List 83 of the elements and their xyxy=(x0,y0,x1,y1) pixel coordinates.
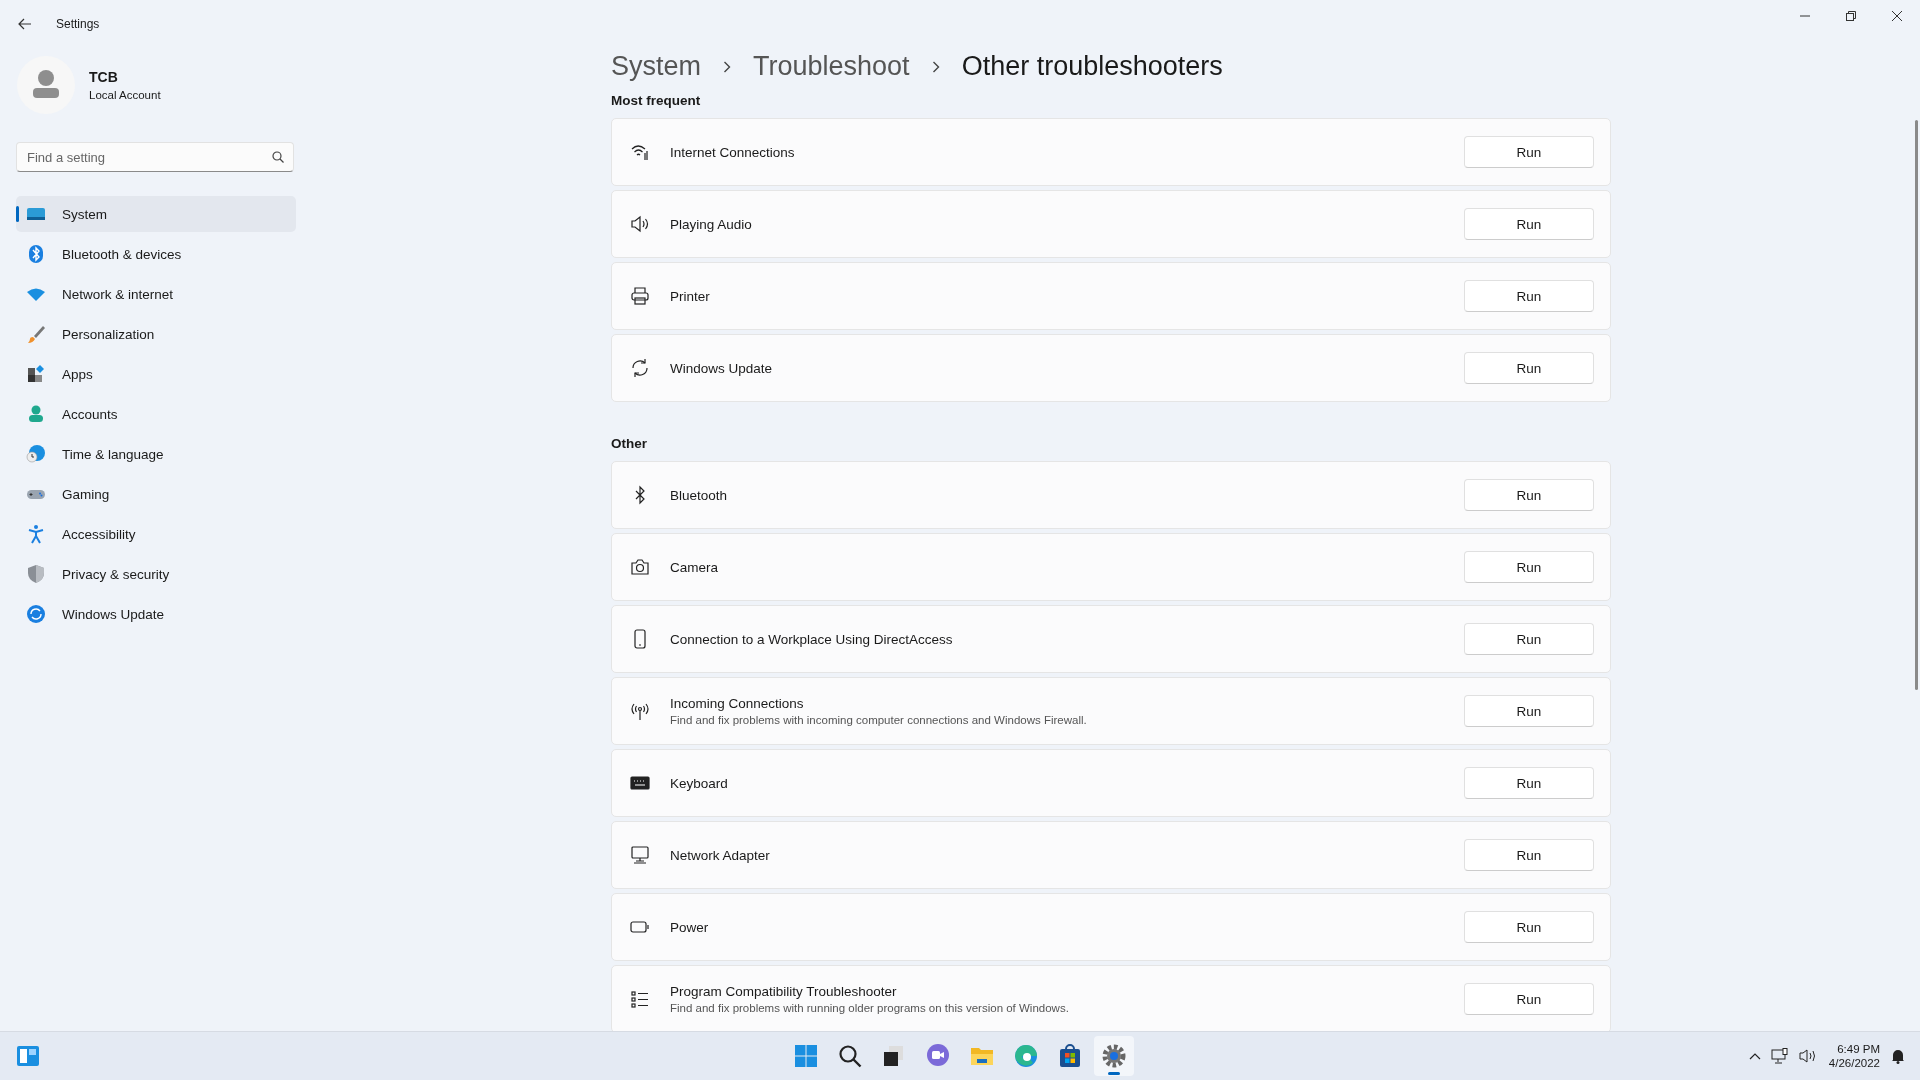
scrollbar[interactable] xyxy=(1915,120,1918,690)
run-button[interactable]: Run xyxy=(1464,623,1594,655)
keyboard-icon xyxy=(630,773,650,793)
notification-bell-icon[interactable] xyxy=(1890,1048,1906,1064)
troubleshooter-title: Incoming Connections xyxy=(670,696,805,711)
account-type: Local Account xyxy=(89,89,161,101)
globe-icon xyxy=(26,444,46,464)
troubleshooter-description: Find and fix problems with incoming computer connections and Windows Firewall. xyxy=(670,714,1088,726)
chevron-right-icon xyxy=(723,60,732,73)
sidebar-item[interactable]: System xyxy=(16,196,296,232)
chat-icon xyxy=(925,1043,951,1069)
avatar-icon[interactable] xyxy=(17,56,75,114)
sidebar-item[interactable]: Time & language xyxy=(16,436,296,472)
sidebar-item[interactable]: Gaming xyxy=(16,476,296,512)
search-field[interactable]: Find a setting xyxy=(16,142,294,172)
gear-icon xyxy=(1101,1043,1127,1069)
wifi-signal-icon xyxy=(630,142,650,162)
run-button[interactable]: Run xyxy=(1464,911,1594,943)
troubleshooter-title: Printer xyxy=(670,288,711,304)
run-button[interactable]: Run xyxy=(1464,280,1594,312)
gear-taskbar-button[interactable] xyxy=(1094,1036,1134,1076)
search-icon[interactable] xyxy=(272,151,284,163)
widgets-icon[interactable] xyxy=(16,1044,40,1068)
breadcrumb-link[interactable]: Troubleshoot xyxy=(753,51,910,82)
apps-icon xyxy=(26,364,46,384)
user-name: TCB xyxy=(89,69,119,85)
sidebar-item[interactable]: Windows Update xyxy=(16,596,296,632)
clock[interactable]: 6:49 PM 4/26/2022 xyxy=(1828,1043,1880,1069)
speaker-icon xyxy=(630,214,650,234)
troubleshooter-title: Keyboard xyxy=(670,775,729,791)
browser-icon xyxy=(1013,1043,1039,1069)
chevron-up-icon[interactable] xyxy=(1748,1052,1761,1060)
sidebar-item[interactable]: Network & internet xyxy=(16,276,296,312)
sidebar-item[interactable]: Personalization xyxy=(16,316,296,352)
sidebar-item[interactable]: Privacy & security xyxy=(16,556,296,592)
restore-icon[interactable] xyxy=(1846,11,1856,21)
breadcrumb-link[interactable]: System xyxy=(611,51,702,82)
windows-logo-icon xyxy=(793,1043,819,1069)
update-icon xyxy=(26,604,46,624)
troubleshooter-title: Windows Update xyxy=(670,360,774,376)
list-icon xyxy=(630,989,650,1009)
run-button[interactable]: Run xyxy=(1464,839,1594,871)
person-icon xyxy=(26,404,46,424)
window-title: Settings xyxy=(56,17,100,31)
access-icon xyxy=(26,524,46,544)
page-title: Other troubleshooters xyxy=(961,51,1223,82)
bluetooth-icon xyxy=(26,244,46,264)
troubleshooter-title: Bluetooth xyxy=(670,487,729,503)
sidebar-item[interactable]: Accessibility xyxy=(16,516,296,552)
search-icon xyxy=(837,1043,863,1069)
close-icon[interactable] xyxy=(1892,11,1902,21)
troubleshooter-description: Find and fix problems with running older programs on this version of Windows. xyxy=(670,1002,1070,1014)
run-button[interactable]: Run xyxy=(1464,208,1594,240)
troubleshooter-title: Playing Audio xyxy=(670,216,753,232)
network-icon[interactable] xyxy=(1770,1048,1789,1064)
section-heading: Most frequent xyxy=(611,93,702,108)
troubleshooter-title: Connection to a Workplace Using DirectAccess xyxy=(670,631,954,647)
printer-icon xyxy=(630,286,650,306)
store-icon xyxy=(1057,1043,1083,1069)
run-button[interactable]: Run xyxy=(1464,479,1594,511)
run-button[interactable]: Run xyxy=(1464,352,1594,384)
troubleshooter-title: Program Compatibility Troubleshooter xyxy=(670,984,898,999)
troubleshooter-title: Camera xyxy=(670,559,719,575)
section-heading: Other xyxy=(611,436,648,451)
run-button[interactable]: Run xyxy=(1464,767,1594,799)
monitor-network-icon xyxy=(630,845,650,865)
troubleshooter-title: Internet Connections xyxy=(670,144,796,160)
antenna-icon xyxy=(630,701,650,721)
chevron-right-icon xyxy=(931,60,940,73)
troubleshooter-title: Power xyxy=(670,919,710,935)
sidebar-item[interactable]: Apps xyxy=(16,356,296,392)
camera-icon xyxy=(630,557,650,577)
sync-icon xyxy=(630,358,650,378)
brush-icon xyxy=(26,324,46,344)
run-button[interactable]: Run xyxy=(1464,695,1594,727)
run-button[interactable]: Run xyxy=(1464,983,1594,1015)
sidebar-item[interactable]: Accounts xyxy=(16,396,296,432)
run-button[interactable]: Run xyxy=(1464,551,1594,583)
back-arrow-icon[interactable] xyxy=(18,18,32,30)
run-button[interactable]: Run xyxy=(1464,136,1594,168)
shield-icon xyxy=(26,564,46,584)
sidebar-item[interactable]: Bluetooth & devices xyxy=(16,236,296,272)
troubleshooter-title: Network Adapter xyxy=(670,847,771,863)
